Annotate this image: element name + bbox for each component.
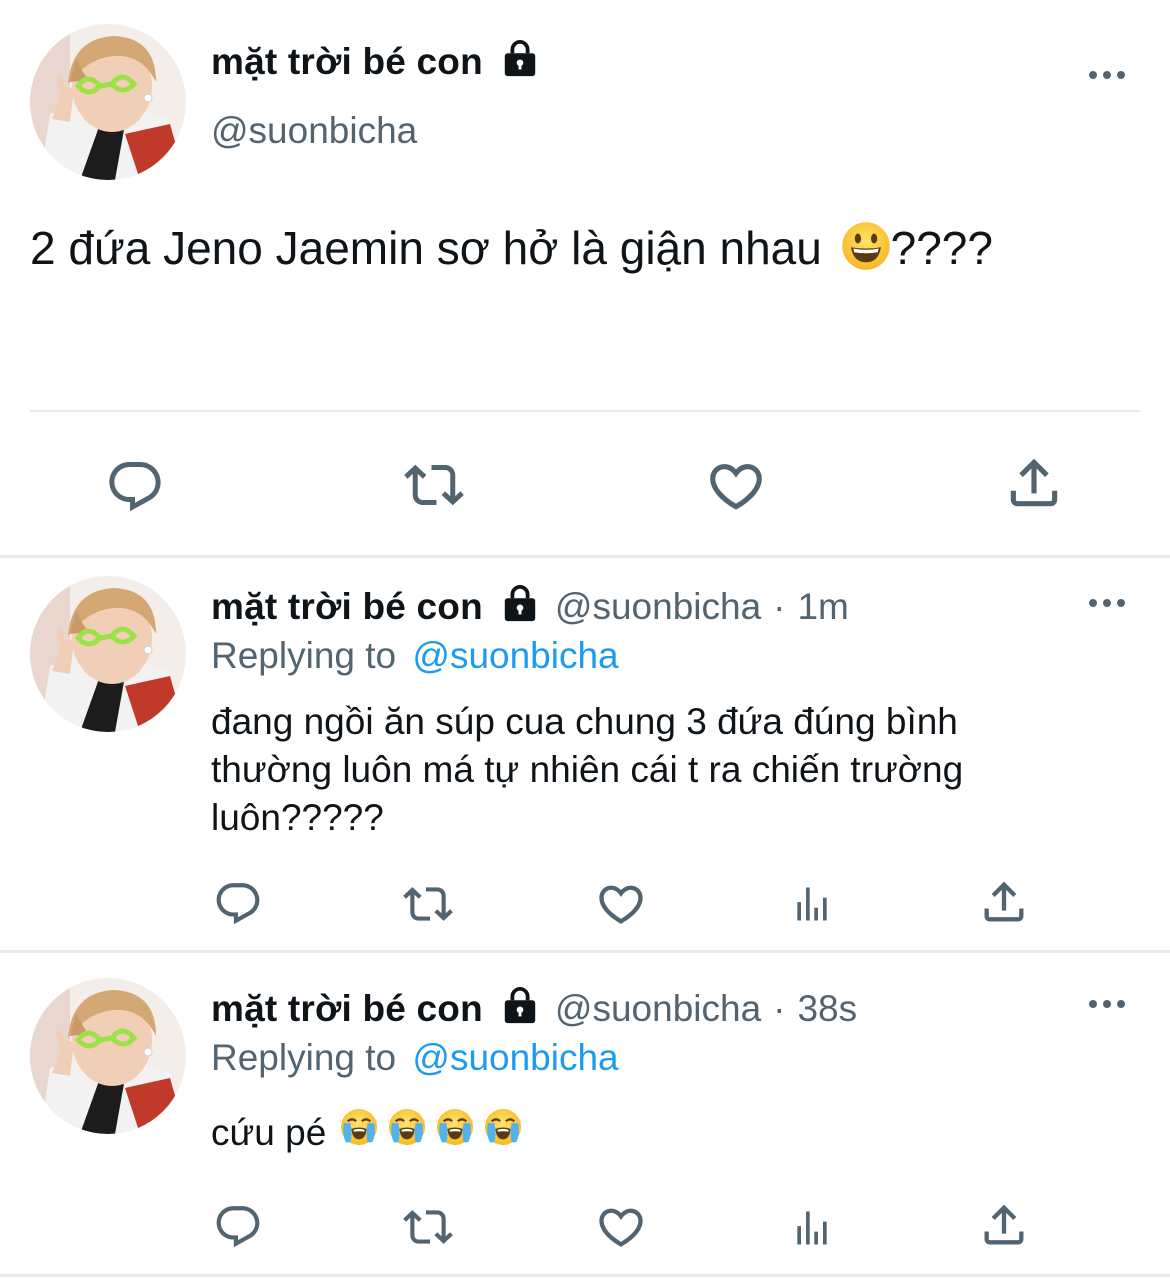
analytics-icon[interactable] (790, 1206, 834, 1250)
loudly-crying-face-emoji (484, 1108, 522, 1158)
tweet-text: 2 đứa Jeno Jaemin sơ hở là giận nhau (30, 222, 822, 274)
more-icon[interactable] (1089, 599, 1125, 607)
divider (30, 410, 1140, 412)
reply-icon[interactable] (213, 879, 263, 929)
analytics-icon[interactable] (790, 882, 834, 926)
author-row: mặt trời bé con @suonbicha · 38s (211, 987, 857, 1030)
loudly-crying-face-emoji (388, 1108, 426, 1158)
replying-to: Replying to @suonbicha (211, 635, 619, 677)
replying-label: Replying to (211, 1037, 397, 1078)
display-name[interactable]: mặt trời bé con (211, 41, 483, 83)
tweet-text-suffix: ???? (890, 222, 993, 274)
handle[interactable]: @suonbicha (555, 988, 761, 1030)
reply-text: cứu pé (211, 1108, 522, 1158)
more-icon[interactable] (1089, 1000, 1125, 1008)
author-row: mặt trời bé con (211, 40, 539, 83)
heart-icon[interactable] (595, 1201, 647, 1253)
avatar[interactable] (30, 978, 186, 1134)
lock-icon (501, 585, 539, 628)
reply-text-line: cứu pé (211, 1112, 327, 1153)
timestamp[interactable]: 38s (797, 988, 857, 1030)
reply-text-line: thường luôn má tự nhiên cái t ra chiến t… (211, 749, 964, 790)
handle[interactable]: @suonbicha (555, 586, 761, 628)
separator-dot: · (773, 987, 786, 1029)
tweet-text-row: 2 đứa Jeno Jaemin sơ hở là giận nhau ???… (30, 220, 993, 283)
loudly-crying-face-emoji (340, 1108, 378, 1158)
divider (0, 1274, 1170, 1277)
more-icon[interactable] (1089, 71, 1125, 79)
loudly-crying-face-emoji (436, 1108, 474, 1158)
replying-handle-link[interactable]: @suonbicha (412, 635, 618, 676)
separator-dot: · (773, 585, 786, 627)
heart-icon[interactable] (595, 878, 647, 930)
avatar[interactable] (30, 576, 186, 732)
share-icon[interactable] (978, 1199, 1030, 1251)
reply-text-line: đang ngồi ăn súp cua chung 3 đứa đúng bì… (211, 701, 958, 742)
lock-icon (501, 987, 539, 1030)
retweet-icon[interactable] (401, 1202, 455, 1252)
divider (0, 555, 1170, 558)
replying-handle-link[interactable]: @suonbicha (412, 1037, 618, 1078)
grinning-face-emoji (841, 221, 891, 283)
avatar[interactable] (30, 24, 186, 180)
heart-icon[interactable] (705, 455, 767, 517)
reply-icon[interactable] (105, 457, 165, 517)
reply-icon[interactable] (213, 1202, 263, 1252)
share-icon[interactable] (1003, 452, 1065, 514)
replying-to: Replying to @suonbicha (211, 1037, 619, 1079)
display-name[interactable]: mặt trời bé con (211, 586, 483, 628)
retweet-icon[interactable] (401, 879, 455, 929)
lock-icon (501, 40, 539, 83)
replying-label: Replying to (211, 635, 397, 676)
retweet-icon[interactable] (402, 455, 466, 515)
divider (0, 950, 1170, 953)
handle[interactable]: @suonbicha (211, 110, 417, 152)
display-name[interactable]: mặt trời bé con (211, 988, 483, 1030)
share-icon[interactable] (978, 876, 1030, 928)
timestamp[interactable]: 1m (797, 586, 848, 628)
author-row: mặt trời bé con @suonbicha · 1m (211, 585, 849, 628)
reply-text: đang ngồi ăn súp cua chung 3 đứa đúng bì… (211, 698, 963, 842)
reply-text-line: luôn????? (211, 797, 384, 838)
